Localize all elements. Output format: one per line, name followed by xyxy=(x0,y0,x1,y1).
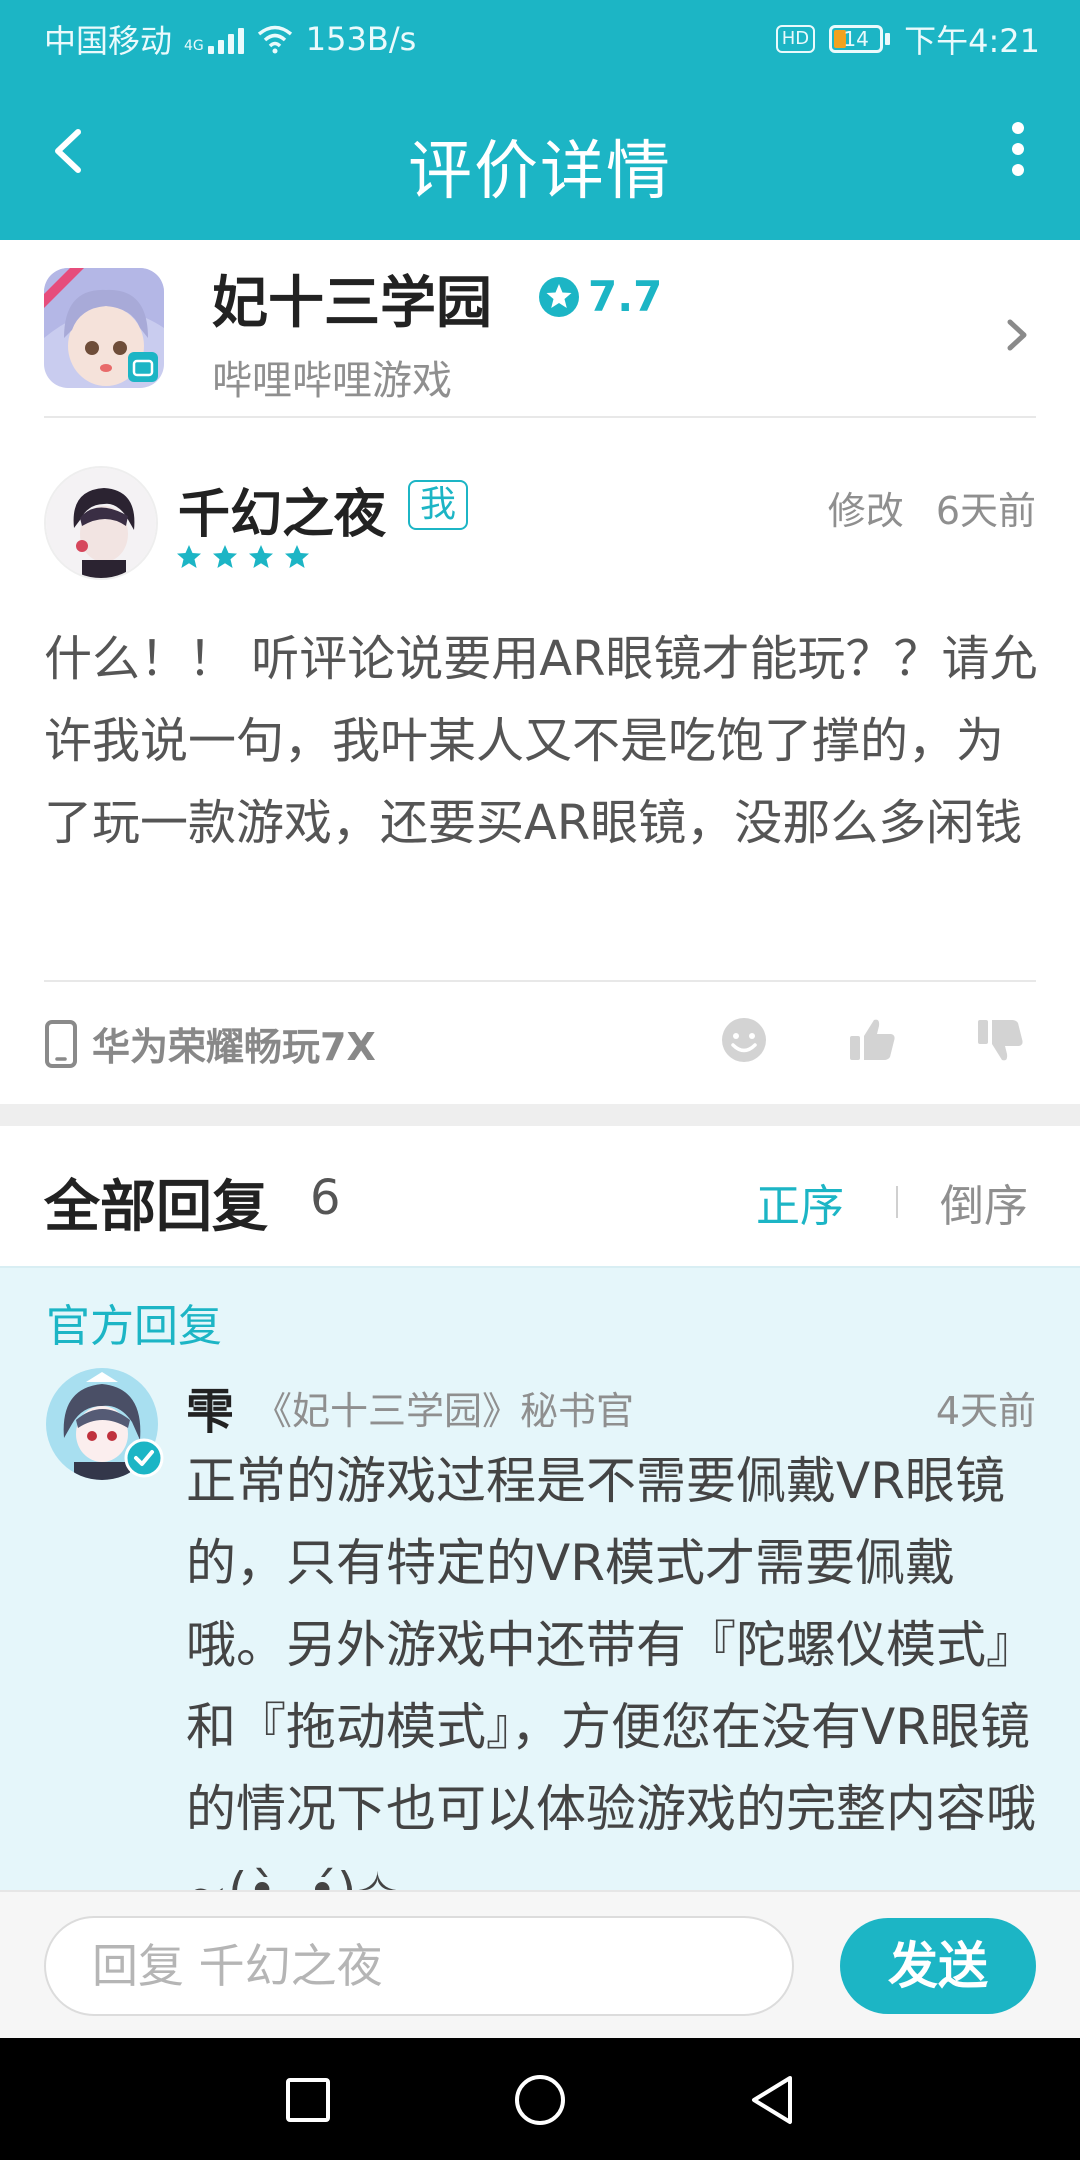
page-title: 评价详情 xyxy=(408,135,672,209)
app-bar: 评价详情 xyxy=(0,72,1080,240)
official-reply: 官方回复 雫 《妃十三学园》秘书官 4天前 正常的游戏过程是不需要佩戴VR眼镜的… xyxy=(0,1266,1080,1896)
user-avatar[interactable] xyxy=(44,466,158,580)
nav-recents-icon xyxy=(286,2078,330,2122)
hd-badge: HD xyxy=(775,25,816,53)
wifi-icon xyxy=(257,25,292,54)
smiley-icon xyxy=(722,1018,766,1062)
replies-title: 全部回复 xyxy=(44,1175,268,1240)
sort-descending-tab[interactable]: 倒序 xyxy=(940,1170,1028,1234)
more-options-button[interactable] xyxy=(988,114,1048,184)
nav-back-icon xyxy=(752,2076,792,2124)
device-info: 华为荣耀畅玩7X xyxy=(44,1016,376,1071)
star-icon xyxy=(177,545,201,568)
nav-home-icon xyxy=(515,2075,565,2125)
sort-separator xyxy=(896,1186,898,1218)
like-button[interactable] xyxy=(842,1010,902,1070)
network-speed: 153B/s xyxy=(305,20,417,58)
official-name: 雫 xyxy=(186,1384,235,1440)
official-role: 《妃十三学园》秘书官 xyxy=(254,1389,635,1433)
chevron-right-icon xyxy=(1007,319,1027,351)
device-name: 华为荣耀畅玩7X xyxy=(92,1025,376,1069)
review-stars xyxy=(176,544,310,570)
official-reply-time: 4天前 xyxy=(935,1389,1036,1433)
game-icon xyxy=(44,268,164,388)
star-icon xyxy=(249,545,273,568)
game-name: 妃十三学园 xyxy=(212,271,492,336)
replies-count: 6 xyxy=(310,1170,341,1226)
star-icon xyxy=(213,545,237,568)
battery-icon: 14 xyxy=(829,25,891,53)
nav-back-button[interactable] xyxy=(740,2068,804,2132)
star-icon xyxy=(539,276,579,317)
reply-bar: 回复 千幻之夜 发送 xyxy=(0,1890,1080,2038)
game-header[interactable]: 妃十三学园 7.7 哔哩哔哩游戏 xyxy=(0,240,1080,420)
clock: 下午4:21 xyxy=(904,22,1040,60)
top-bar: 中国移动 4G 153B/s HD 14 下午4:21 评价详情 xyxy=(0,0,1080,240)
review-text: 什么！！ 听评论说要用AR眼镜才能玩？？请允许我说一句，我叶某人又不是吃饱了撑的… xyxy=(44,631,1038,851)
thumbs-down-icon xyxy=(978,1020,1023,1061)
nav-home-button[interactable] xyxy=(508,2068,572,2132)
nav-recents-button[interactable] xyxy=(276,2068,340,2132)
rating-value: 7.7 xyxy=(588,272,663,321)
thumbs-up-icon xyxy=(850,1019,895,1060)
more-vertical-icon xyxy=(1012,122,1024,176)
phone-icon xyxy=(45,1019,77,1068)
section-separator xyxy=(0,1104,1080,1126)
verified-icon xyxy=(124,1438,164,1478)
review-meta: 修改 6天前 xyxy=(828,480,1036,535)
dislike-button[interactable] xyxy=(970,1010,1030,1070)
network-type: 4G xyxy=(184,38,204,54)
send-button[interactable]: 发送 xyxy=(840,1918,1036,2014)
me-badge: 我 xyxy=(408,480,469,530)
divider xyxy=(44,980,1036,982)
star-icon xyxy=(285,545,309,568)
official-reply-text: 正常的游戏过程是不需要佩戴VR眼镜的，只有特定的VR模式才需要佩戴哦。另外游戏中… xyxy=(186,1452,1036,1896)
status-bar: 中国移动 4G 153B/s HD 14 下午4:21 xyxy=(0,0,1080,72)
signal-icon: 4G xyxy=(184,24,244,54)
edit-review-link[interactable]: 修改 xyxy=(828,480,904,535)
sort-ascending-tab[interactable]: 正序 xyxy=(756,1170,844,1234)
divider xyxy=(44,416,1036,418)
game-rating: 7.7 xyxy=(538,272,662,321)
emoji-react-button[interactable] xyxy=(714,1010,774,1070)
review-time: 6天前 xyxy=(935,489,1036,533)
battery-level: 14 xyxy=(843,27,869,51)
review-username: 千幻之夜 xyxy=(178,485,387,545)
reply-input[interactable]: 回复 千幻之夜 xyxy=(44,1916,794,2016)
game-publisher: 哔哩哔哩游戏 xyxy=(212,358,452,404)
carrier-label: 中国移动 xyxy=(44,22,173,60)
official-reply-label: 官方回复 xyxy=(46,1301,222,1352)
system-nav-bar xyxy=(0,2038,1080,2160)
